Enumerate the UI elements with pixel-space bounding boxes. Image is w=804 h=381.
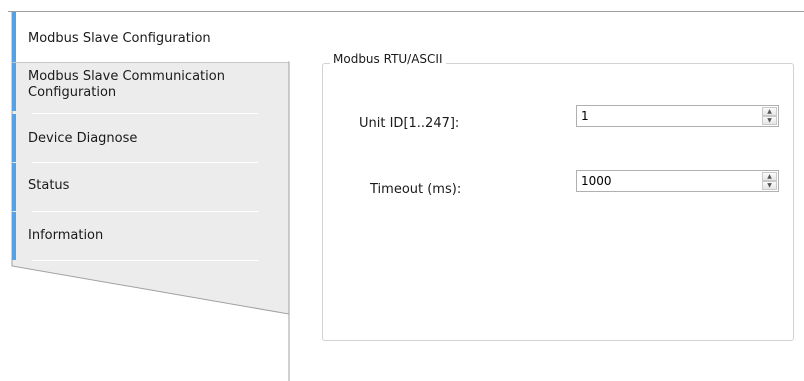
nav-item-indicator — [12, 114, 16, 162]
unit-id-spinbox: ▲ ▼ — [576, 105, 779, 127]
unit-id-label: Unit ID[1..247]: — [359, 116, 460, 131]
groupbox-title: Modbus RTU/ASCII — [330, 50, 446, 68]
nav-item-label: Status — [28, 178, 70, 193]
timeout-label: Timeout (ms): — [370, 182, 462, 197]
nav-item-modbus-slave-communication-configuration[interactable]: Modbus Slave Communication Configuration — [12, 63, 288, 111]
unit-id-input[interactable] — [577, 106, 757, 126]
timeout-input[interactable] — [577, 171, 757, 191]
nav-item-information[interactable]: Information — [12, 212, 288, 260]
nav-item-label: Device Diagnose — [28, 131, 138, 146]
timeout-spinbox: ▲ ▼ — [576, 170, 779, 192]
nav-item-modbus-slave-configuration[interactable]: Modbus Slave Configuration — [12, 12, 288, 62]
nav-item-label: Information — [28, 228, 104, 243]
nav-item-indicator — [12, 163, 16, 211]
nav-active-indicator — [12, 12, 16, 62]
spin-down-arrow-icon[interactable]: ▼ — [762, 181, 777, 190]
unit-id-spin-buttons: ▲ ▼ — [762, 107, 777, 125]
spin-up-arrow-icon[interactable]: ▲ — [762, 107, 777, 116]
spin-down-arrow-icon[interactable]: ▼ — [762, 116, 777, 125]
spin-up-arrow-icon[interactable]: ▲ — [762, 172, 777, 181]
nav-item-indicator — [12, 63, 16, 111]
nav-item-indicator — [12, 212, 16, 260]
nav-item-status[interactable]: Status — [12, 163, 288, 211]
nav-item-label: Modbus Slave Configuration — [28, 31, 211, 46]
navigation-panel: Modbus Slave Configuration Modbus Slave … — [0, 0, 300, 381]
nav-separator — [32, 260, 258, 261]
nav-item-device-diagnose[interactable]: Device Diagnose — [12, 114, 288, 162]
timeout-spin-buttons: ▲ ▼ — [762, 172, 777, 190]
nav-item-label: Modbus Slave Communication Configuration — [28, 69, 225, 100]
